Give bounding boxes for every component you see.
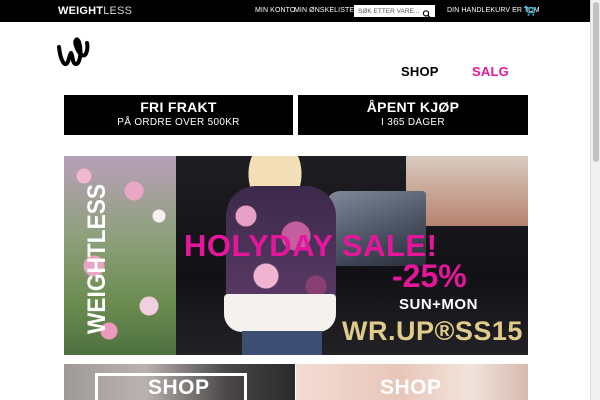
wishlist-link[interactable]: MIN ØNSKELISTE xyxy=(294,7,354,14)
model-jeans xyxy=(242,331,322,355)
brand-bold-text: WEIGHT xyxy=(58,5,104,17)
search-input[interactable] xyxy=(358,6,420,16)
scrollbar-thumb[interactable] xyxy=(593,2,599,162)
open-purchase-title: ÅPENT KJØP xyxy=(366,99,460,115)
my-account-link[interactable]: MIN KONTO xyxy=(255,7,295,14)
nav-shop-link[interactable]: SHOP xyxy=(401,64,439,79)
shopping-cart-icon[interactable] xyxy=(524,5,536,17)
search-button[interactable] xyxy=(420,6,434,18)
sale-collection: WR.UP®SS15 xyxy=(342,316,523,346)
sale-discount: -25% xyxy=(392,258,467,294)
holiday-sale-banner[interactable]: WEIGHTLESS HOLYDAY SALE! -25% SUN+MON WR… xyxy=(64,156,528,355)
shop-tile-right-label: SHOP xyxy=(380,376,442,399)
search-box xyxy=(354,5,435,18)
open-purchase-subtitle: I 365 DAGER xyxy=(381,117,445,128)
vertical-brand-text: WEIGHTLESS xyxy=(83,184,111,334)
page-scrollbar[interactable] xyxy=(590,0,600,400)
shop-tile-left-label: SHOP xyxy=(148,376,210,399)
free-shipping-box: FRI FRAKT PÅ ORDRE OVER 500KR xyxy=(64,95,293,135)
shop-tile-right[interactable]: SHOP xyxy=(296,364,528,400)
shop-tile-left[interactable]: SHOP xyxy=(64,364,295,400)
model-skirt xyxy=(224,294,336,332)
magnifier-icon xyxy=(422,10,431,18)
nav-salg-link[interactable]: SALG xyxy=(472,64,509,79)
free-shipping-subtitle: PÅ ORDRE OVER 500KR xyxy=(117,117,240,128)
vertical-brand-label: WEIGHTLESS xyxy=(83,184,111,334)
wl-logo-icon[interactable] xyxy=(57,37,91,69)
free-shipping-title: FRI FRAKT xyxy=(140,99,217,115)
brand-light-text: LESS xyxy=(103,5,133,17)
sale-days: SUN+MON xyxy=(399,296,478,313)
top-bar: WEIGHTLESS MIN KONTO MIN ØNSKELISTE DIN … xyxy=(0,0,590,22)
brand-wordmark[interactable]: WEIGHTLESS xyxy=(58,5,132,17)
open-purchase-box: ÅPENT KJØP I 365 DAGER xyxy=(298,95,528,135)
